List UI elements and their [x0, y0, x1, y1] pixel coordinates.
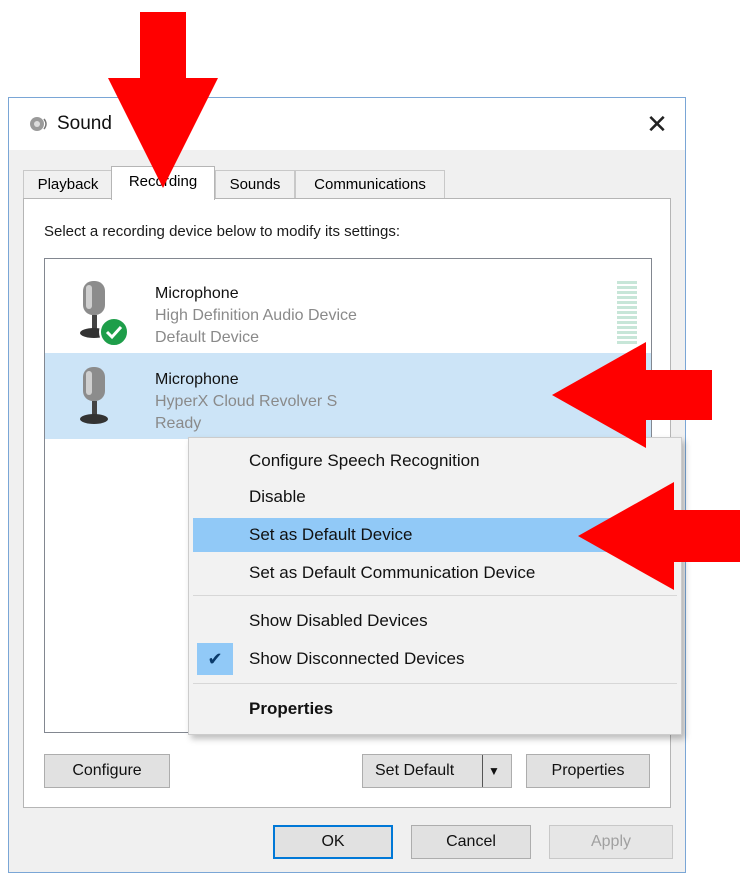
device-status: Default Device [155, 329, 260, 346]
annotation-arrow-left-icon [552, 342, 712, 448]
ok-button[interactable]: OK [273, 825, 393, 859]
speaker-icon [30, 117, 47, 131]
close-icon: ✕ [646, 108, 668, 139]
annotation-arrow-left-icon [578, 482, 740, 590]
menu-item-show-disabled[interactable]: Show Disabled Devices [193, 604, 677, 638]
close-button[interactable]: ✕ [629, 98, 685, 150]
device-text: Microphone High Definition Audio Device … [155, 283, 357, 349]
set-default-label: Set Default [375, 762, 455, 779]
menu-item-label: Show Disconnected Devices [249, 649, 465, 668]
set-default-button[interactable]: Set Default ▼ [362, 754, 512, 788]
instruction-text: Select a recording device below to modif… [44, 223, 401, 240]
configure-button[interactable]: Configure [44, 754, 170, 788]
chevron-down-icon[interactable]: ▼ [482, 755, 505, 787]
tab-communications[interactable]: Communications [295, 170, 445, 198]
menu-separator [193, 595, 677, 596]
menu-item-label: Properties [249, 699, 334, 718]
device-name: Microphone [155, 285, 239, 302]
annotation-arrow-down-icon [108, 12, 218, 188]
device-status: Ready [155, 415, 202, 432]
device-detail: HyperX Cloud Revolver S [155, 393, 338, 410]
apply-button[interactable]: Apply [549, 825, 673, 859]
menu-item-configure-speech[interactable]: Configure Speech Recognition [193, 444, 677, 478]
device-text: Microphone HyperX Cloud Revolver S Ready [155, 369, 337, 435]
device-name: Microphone [155, 371, 239, 388]
menu-item-show-disconnected[interactable]: ✔ Show Disconnected Devices [193, 642, 677, 676]
menu-item-label: Show Disabled Devices [249, 611, 428, 630]
window-title: Sound [57, 113, 112, 134]
menu-item-properties[interactable]: Properties [193, 692, 677, 726]
menu-item-label: Configure Speech Recognition [249, 451, 480, 470]
tab-playback[interactable]: Playback [23, 170, 113, 198]
menu-item-label: Disable [249, 487, 306, 506]
checkmark-icon: ✔ [197, 643, 233, 675]
tab-sounds[interactable]: Sounds [215, 170, 295, 198]
cancel-button[interactable]: Cancel [411, 825, 531, 859]
level-meter [617, 281, 637, 347]
microphone-icon [80, 367, 108, 424]
menu-separator [193, 683, 677, 684]
default-check-icon [99, 317, 129, 347]
menu-item-label: Set as Default Device [249, 525, 413, 544]
device-detail: High Definition Audio Device [155, 307, 357, 324]
menu-item-label: Set as Default Communication Device [249, 563, 536, 582]
properties-button[interactable]: Properties [526, 754, 650, 788]
device-item-hd-audio[interactable]: Microphone High Definition Audio Device … [45, 267, 651, 353]
